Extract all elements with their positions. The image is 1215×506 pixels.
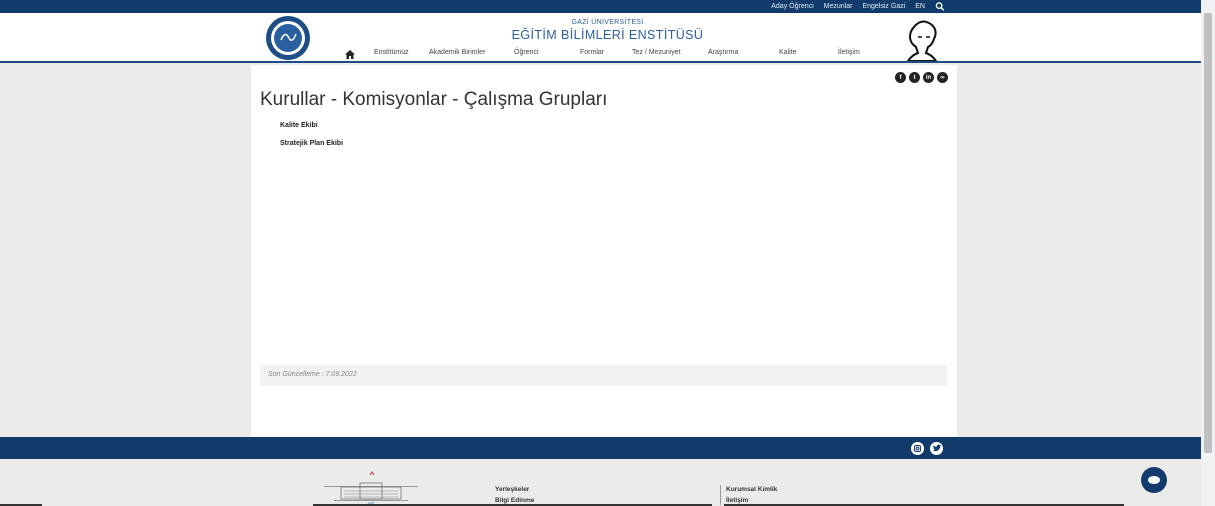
link-quality-team[interactable]: Kalite Ekibi <box>280 122 318 129</box>
content-panel: f t in ∞ Kurullar - Komisyonlar - Çalışm… <box>251 65 957 438</box>
institute-title[interactable]: EĞİTİM BİLİMLERİ ENSTİTÜSÜ <box>0 28 1215 42</box>
header-tagline: GAZİ ÜNİVERSİTESİ <box>571 19 644 26</box>
nav-item-contact[interactable]: İletişim <box>838 49 860 56</box>
nav-item-student[interactable]: Öğrenci <box>514 49 539 56</box>
footer-social-bar <box>0 437 1201 459</box>
last-update-text: Son Güncelleme : 7.09.2022 <box>268 371 357 378</box>
utility-link-accessibility[interactable]: Engelsiz Gazi <box>862 3 905 10</box>
twitter-icon[interactable]: t <box>909 72 920 83</box>
chat-bubble-button[interactable] <box>1141 467 1167 493</box>
nav-item-academic-units[interactable]: Akademik Birimler <box>429 49 485 56</box>
nav-item-forms[interactable]: Formlar <box>580 49 604 56</box>
linkedin-icon[interactable]: in <box>923 72 934 83</box>
ataturk-portrait <box>906 20 938 61</box>
nav-item-thesis-graduation[interactable]: Tez / Mezuniyet <box>632 49 681 56</box>
site-footer: gazi Yerleşkeler Bilgi Edinme Kurumsal K… <box>0 459 1201 506</box>
site-header: GAZİ ÜNİVERSİTESİ EĞİTİM BİLİMLERİ ENSTİ… <box>0 13 1201 63</box>
footer-link-campuses[interactable]: Yerleşkeler <box>495 486 529 493</box>
page-title: Kurullar - Komisyonlar - Çalışma Gruplar… <box>260 89 608 110</box>
utility-link-prospective-student[interactable]: Aday Öğrenci <box>771 3 813 10</box>
nav-item-research[interactable]: Araştırma <box>708 49 738 56</box>
scrollbar-thumb[interactable] <box>1204 13 1212 453</box>
utility-links: Aday Öğrenci Mezunlar Engelsiz Gazi EN <box>771 2 945 11</box>
search-icon[interactable] <box>935 2 945 11</box>
share-buttons: f t in ∞ <box>895 72 948 83</box>
top-utility-bar: Aday Öğrenci Mezunlar Engelsiz Gazi EN <box>0 0 1201 13</box>
utility-link-alumni[interactable]: Mezunlar <box>824 3 853 10</box>
link-icon[interactable]: ∞ <box>937 72 948 83</box>
footer-link-information-request[interactable]: Bilgi Edinme <box>495 497 534 504</box>
facebook-icon[interactable]: f <box>895 72 906 83</box>
nav-item-institute[interactable]: Enstitümüz <box>374 49 409 56</box>
last-update-box: Son Güncelleme : 7.09.2022 <box>260 365 947 386</box>
language-switch[interactable]: EN <box>915 3 925 10</box>
link-strategic-plan-team[interactable]: Stratejik Plan Ekibi <box>280 140 343 147</box>
home-icon[interactable] <box>345 50 355 59</box>
footer-link-corporate-identity[interactable]: Kurumsal Kimlik <box>726 486 777 493</box>
campus-building-illustration: gazi <box>324 471 418 505</box>
vertical-scrollbar[interactable] <box>1201 0 1215 506</box>
instagram-icon[interactable] <box>911 442 924 455</box>
footer-link-contact[interactable]: İletişim <box>726 497 748 504</box>
nav-item-quality[interactable]: Kalite <box>779 49 797 56</box>
footer-divider <box>720 485 721 505</box>
twitter-icon[interactable] <box>930 442 943 455</box>
